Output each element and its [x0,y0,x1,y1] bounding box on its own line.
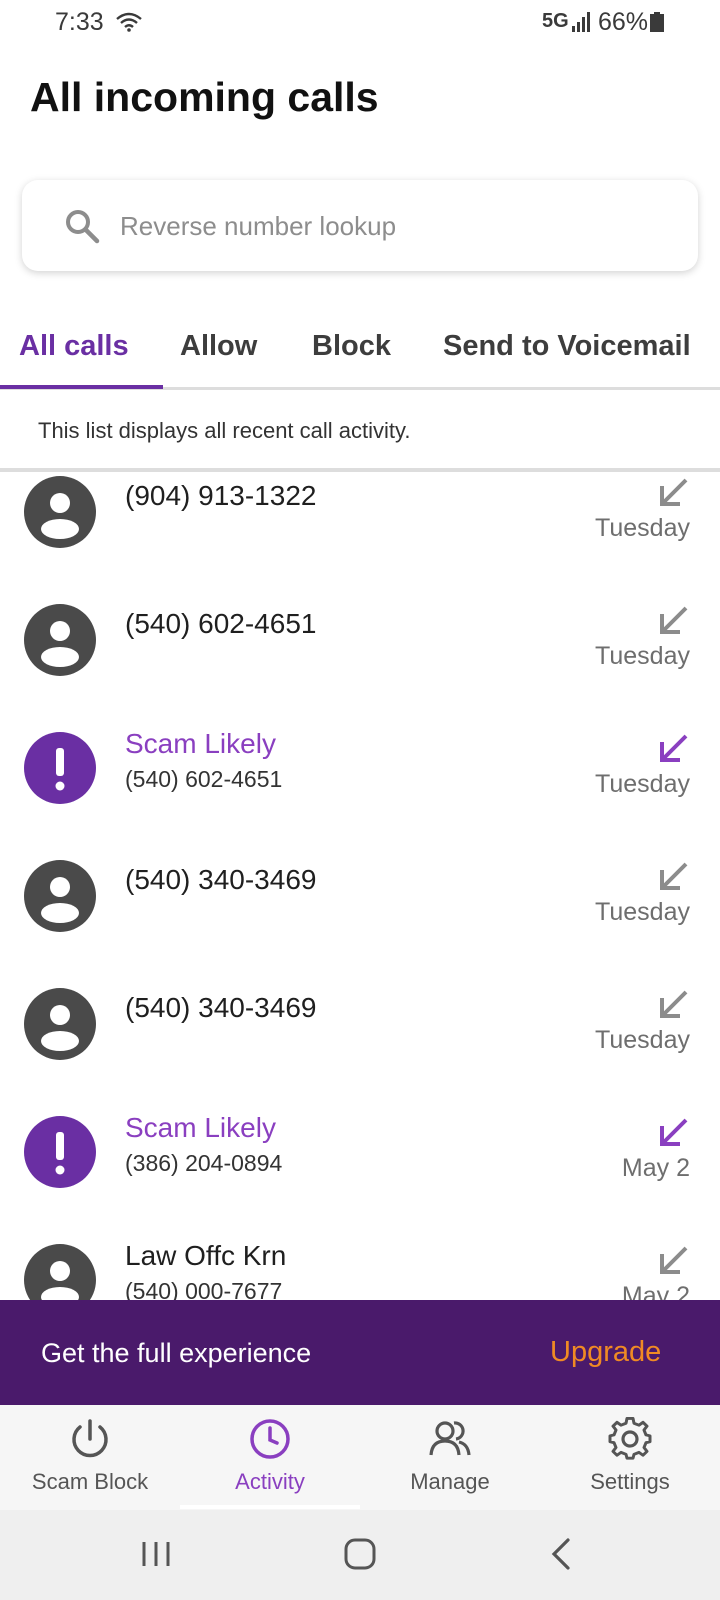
tab-allow[interactable]: Allow [180,330,257,363]
nav-label: Activity [235,1469,305,1494]
scam-label: Scam Likely [125,728,276,759]
tab-all-calls[interactable]: All calls [19,330,129,363]
search-input[interactable] [120,204,660,248]
nav-label: Scam Block [31,1469,149,1494]
upgrade-banner: Get the full experience Upgrade [0,1300,720,1405]
call-date: Tuesday [595,898,690,926]
people-icon [429,1421,471,1456]
call-date: Tuesday [595,642,690,670]
call-row[interactable]: Scam Likely (540) 602-4651 Tuesday [0,728,720,856]
nav-manage[interactable]: Manage [360,1405,540,1510]
search-box[interactable] [22,180,698,271]
call-row[interactable]: (540) 602-4651 Tuesday [0,600,720,728]
call-date: May 2 [621,1154,690,1182]
incoming-call-icon [660,606,688,634]
home-icon[interactable] [338,1532,382,1576]
incoming-call-icon [660,734,688,762]
nav-settings[interactable]: Settings [540,1405,720,1510]
tab-block[interactable]: Block [312,330,391,363]
page-title: All incoming calls [30,74,379,120]
battery-percent: 66% [598,8,649,36]
signal-icon [572,12,590,32]
nav-label: Manage [410,1469,490,1494]
incoming-call-icon [660,862,688,890]
search-icon [66,210,100,244]
call-list[interactable]: (904) 913-1322 Tuesday (540) 602-4651 Tu… [0,472,720,1300]
scam-alert-icon [24,732,96,804]
info-text: This list displays all recent call activ… [38,418,411,443]
caller-number: (540) 340-3469 [125,864,317,895]
call-date: May 2 [621,1282,690,1300]
nav-label: Settings [590,1469,670,1494]
scam-label: Scam Likely [125,1112,276,1143]
call-row[interactable]: (904) 913-1322 Tuesday [0,472,720,600]
wifi-icon [116,12,142,32]
caller-number: (386) 204-0894 [125,1150,283,1176]
call-row[interactable]: (540) 340-3469 Tuesday [0,984,720,1112]
caller-number: (540) 340-3469 [125,992,317,1023]
power-icon [72,1419,108,1458]
avatar-icon [24,476,96,548]
avatar-icon [24,860,96,932]
nav-activity[interactable]: Activity [180,1405,360,1510]
caller-number: (904) 913-1322 [125,480,317,511]
incoming-call-icon [660,478,688,506]
gear-icon [608,1417,652,1460]
call-row[interactable]: Law Offc Krn (540) 000-7677 May 2 [0,1240,720,1300]
tab-send-to-voicemail[interactable]: Send to Voicemail [443,330,691,363]
call-row[interactable]: Scam Likely (386) 204-0894 May 2 [0,1112,720,1240]
banner-text: Get the full experience [41,1338,312,1368]
clock-icon [250,1419,290,1459]
call-date: Tuesday [595,514,690,542]
call-row[interactable]: (540) 340-3469 Tuesday [0,856,720,984]
avatar-icon [24,988,96,1060]
battery-icon [650,12,664,32]
caller-number: (540) 602-4651 [125,608,317,639]
avatar-icon [24,604,96,676]
caller-name: Law Offc Krn [125,1240,287,1271]
system-nav-bar [0,1510,720,1600]
nav-scam-block[interactable]: Scam Block [0,1405,180,1510]
filter-tabs: All calls Allow Block Send to Voicemail [0,320,720,390]
incoming-call-icon [660,990,688,1018]
active-tab-indicator [0,385,163,389]
network-type: 5G [542,10,569,32]
call-date: Tuesday [595,770,690,798]
bottom-nav: Scam Block Activity Manage Settings [0,1405,720,1510]
incoming-call-icon [660,1118,688,1146]
status-time: 7:33 [55,8,104,36]
upgrade-button[interactable]: Upgrade [550,1336,661,1369]
caller-number: (540) 602-4651 [125,766,283,792]
status-bar: 7:33 5G 66% [0,0,720,48]
incoming-call-icon [660,1246,688,1274]
back-icon[interactable] [540,1532,584,1576]
active-nav-indicator [180,1505,360,1509]
scam-alert-icon [24,1116,96,1188]
call-date: Tuesday [595,1026,690,1054]
avatar-icon [24,1244,96,1300]
recent-apps-icon[interactable] [134,1532,178,1576]
caller-number: (540) 000-7677 [125,1278,283,1300]
